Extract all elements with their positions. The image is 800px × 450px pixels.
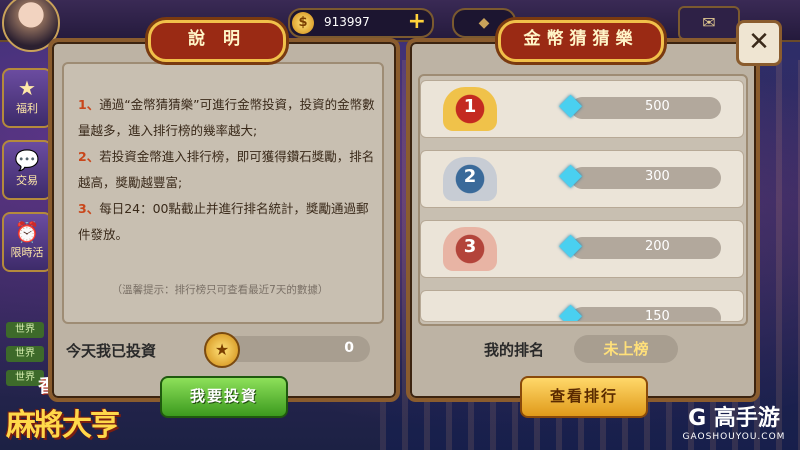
limited-label: 限時活	[10, 246, 44, 259]
diamond-icon: ◆	[559, 87, 583, 122]
rank-row: 2 ◆ 300	[420, 150, 744, 208]
reward-amount: 300	[645, 169, 670, 184]
rule-item: 1、通過“金幣猜猜樂”可進行金幣投資，投資的金幣數量越多，進入排行榜的幾率越大;	[78, 97, 375, 138]
clock-icon: ⏰	[14, 220, 40, 244]
welfare-button[interactable]: ★ 福利	[2, 68, 52, 128]
coin-icon: $	[292, 12, 314, 34]
coin-icon: ★	[204, 332, 240, 368]
star-icon: ★	[18, 76, 36, 100]
watermark-url: GAOSHOUYOU.COM	[682, 432, 786, 442]
reward-amount: 150	[645, 309, 670, 322]
reward-bar: ◆ 200	[559, 229, 721, 261]
diamond-icon: ◆	[559, 157, 583, 192]
my-rank-label: 我的排名	[484, 341, 545, 359]
welfare-label: 福利	[16, 102, 38, 115]
rule-item: 2、若投資金幣進入排行榜，即可獲得鑽石獎勵，排名越高，獎勵越豐富;	[78, 149, 375, 190]
rules-list: 1、通過“金幣猜猜樂”可進行金幣投資，投資的金幣數量越多，進入排行榜的幾率越大;…	[78, 92, 378, 248]
reward-bar: ◆ 150	[559, 299, 721, 322]
exchange-button[interactable]: 💬 交易	[2, 140, 52, 200]
diamond-icon: ◆	[559, 297, 583, 322]
invest-amount-bar: ★ 0	[204, 332, 370, 368]
top-bar: $ 913997 + ◆ ✉	[0, 0, 800, 52]
world-chat-tag: 世界	[6, 346, 44, 362]
rank-row: 3 ◆ 200	[420, 220, 744, 278]
reward-bar: ◆ 500	[559, 89, 721, 121]
watermark: G 高手游 GAOSHOUYOU.COM	[674, 400, 794, 446]
bronze-rank-badge-icon: 3	[443, 227, 497, 271]
invest-button[interactable]: 我要投資	[160, 376, 288, 418]
diamond-icon: ◆	[559, 227, 583, 262]
rank-row: 1 ◆ 500	[420, 80, 744, 138]
mail-icon[interactable]: ✉	[678, 6, 740, 40]
limited-event-button[interactable]: ⏰ 限時活	[2, 212, 52, 272]
coin-amount: 913997	[324, 15, 370, 29]
exchange-label: 交易	[16, 174, 38, 187]
rule-item: 3、每日24：00點截止并進行排名統計，獎勵通過郵件發放。	[78, 201, 369, 242]
invest-label: 今天我已投資	[66, 342, 157, 360]
instructions-title: 說 明	[148, 20, 286, 62]
close-button[interactable]: ✕	[736, 20, 782, 66]
logo-title: 麻將大亨	[6, 408, 120, 443]
world-chat-tag: 世界	[6, 322, 44, 338]
my-rank-value: 未上榜	[574, 335, 678, 363]
rank-row: ◆ 150	[420, 290, 744, 322]
guess-title: 金幣猜猜樂	[498, 20, 664, 62]
view-ranking-button[interactable]: 查看排行	[520, 376, 648, 418]
watermark-brand: G 高手游	[688, 406, 780, 431]
chat-icon: 💬	[14, 148, 40, 172]
reward-amount: 200	[645, 239, 670, 254]
warm-tip: （溫馨提示：排行榜只可查看最近7天的數據）	[111, 284, 329, 296]
gold-rank-badge-icon: 1	[443, 87, 497, 131]
add-coins-button[interactable]: +	[408, 9, 426, 34]
invest-amount: 0	[344, 340, 354, 356]
reward-amount: 500	[645, 99, 670, 114]
silver-rank-badge-icon: 2	[443, 157, 497, 201]
coin-balance: $ 913997 +	[288, 8, 434, 38]
reward-bar: ◆ 300	[559, 159, 721, 191]
